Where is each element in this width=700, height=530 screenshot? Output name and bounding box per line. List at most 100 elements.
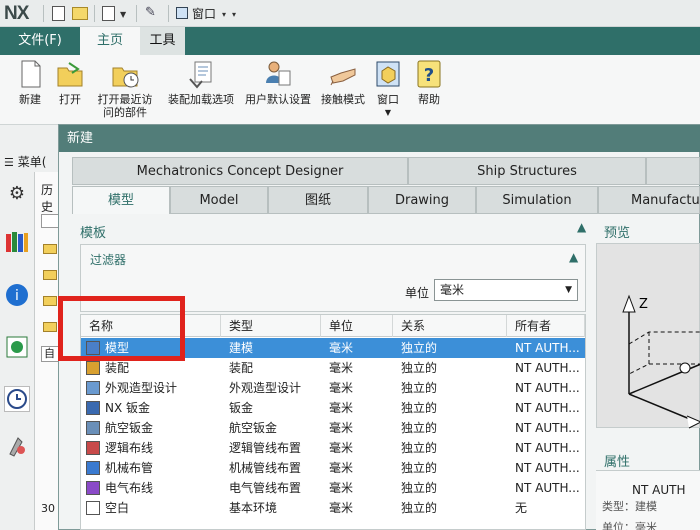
- user-settings-icon: [264, 59, 292, 89]
- new-button[interactable]: 新建: [10, 59, 50, 106]
- tab-file[interactable]: 文件(F): [0, 27, 80, 55]
- window-menu-label[interactable]: 窗口: [192, 5, 216, 22]
- tab-drawing[interactable]: Drawing: [368, 186, 476, 214]
- help-button[interactable]: ? 帮助: [412, 59, 446, 106]
- window-icon[interactable]: [176, 7, 188, 19]
- hand-pointer-icon: [329, 59, 357, 89]
- unit-dropdown[interactable]: 毫米 ▼: [434, 279, 578, 301]
- template-icon: [86, 441, 100, 455]
- tab-model[interactable]: Model: [170, 186, 268, 214]
- touch-mode-icon[interactable]: ✎: [145, 5, 156, 20]
- templates-section-title: 模板: [80, 226, 107, 241]
- chevron-down-icon[interactable]: ▾: [222, 10, 226, 19]
- assembly-load-options-button[interactable]: 装配加载选项: [164, 59, 238, 106]
- column-header-type[interactable]: 类型: [221, 315, 321, 337]
- window-cube-icon: [374, 59, 402, 89]
- assembly-options-icon: [187, 59, 215, 89]
- table-row[interactable]: NX 钣金 钣金 毫米 独立的 NT AUTH...: [81, 398, 585, 418]
- cell-relation: 独立的: [401, 441, 438, 455]
- table-row[interactable]: 装配 装配 毫米 独立的 NT AUTH...: [81, 358, 585, 378]
- cell-type: 钣金: [229, 401, 254, 415]
- cell-owner: NT AUTH...: [515, 481, 580, 495]
- table-row[interactable]: 空白 基本环境 毫米 独立的 无: [81, 498, 585, 518]
- folder-icon[interactable]: [43, 322, 57, 332]
- table-row[interactable]: 外观造型设计 外观造型设计 毫米 独立的 NT AUTH...: [81, 378, 585, 398]
- new-document-icon[interactable]: [102, 6, 115, 21]
- cell-unit: 毫米: [329, 461, 354, 475]
- role-icon[interactable]: [4, 432, 30, 458]
- cell-relation: 独立的: [401, 401, 438, 415]
- preview-section-title: 预览: [604, 226, 631, 241]
- folder-icon[interactable]: [43, 244, 57, 254]
- open-folder-icon[interactable]: [72, 7, 88, 20]
- tab-ship-structures[interactable]: Ship Structures: [408, 157, 646, 185]
- table-row[interactable]: 机械布管 机械管线布置 毫米 独立的 NT AUTH...: [81, 458, 585, 478]
- template-icon: [86, 421, 100, 435]
- cell-type: 逻辑管线布置: [229, 441, 302, 455]
- history-palette-icon[interactable]: [4, 334, 30, 360]
- cell-relation: 独立的: [401, 341, 438, 355]
- chevron-up-icon[interactable]: ▲: [577, 220, 586, 234]
- column-header-relation[interactable]: 关系: [393, 315, 507, 337]
- help-icon: ?: [415, 59, 443, 89]
- template-icon: [86, 481, 100, 495]
- chevron-down-icon[interactable]: ▼: [120, 10, 126, 19]
- new-file-icon[interactable]: [52, 6, 65, 21]
- cell-type: 电气管线布置: [229, 481, 302, 495]
- ribbon-home: 新建 打开 打开最近访 问的部件 装配加载选项 用户默认设置 接触模式 窗口 ▼…: [0, 55, 700, 125]
- folder-icon[interactable]: [43, 296, 57, 306]
- svg-text:?: ?: [424, 65, 434, 86]
- menu-button[interactable]: ☰ 菜单(: [0, 152, 64, 172]
- open-recent-button[interactable]: 打开最近访 问的部件: [92, 59, 158, 119]
- tab-drawing-cn[interactable]: 图纸: [268, 186, 368, 214]
- properties-type-line: 类型：建模: [602, 500, 657, 513]
- recent-folder-icon: [111, 59, 139, 89]
- tab-model-cn[interactable]: 模型: [72, 186, 170, 214]
- cell-unit: 毫米: [329, 421, 354, 435]
- cell-name: 外观造型设计: [105, 381, 178, 395]
- cell-type: 机械管线布置: [229, 461, 302, 475]
- toolbar-separator: [94, 5, 95, 22]
- tab-home[interactable]: 主页: [80, 27, 140, 55]
- nx-logo: NX: [4, 3, 29, 24]
- cell-type: 装配: [229, 361, 254, 375]
- tab-tools[interactable]: 工具: [140, 27, 185, 55]
- column-header-unit[interactable]: 单位: [321, 315, 393, 337]
- window-button[interactable]: 窗口 ▼: [370, 59, 406, 119]
- touch-mode-button[interactable]: 接触模式: [318, 59, 368, 106]
- cell-owner: NT AUTH...: [515, 361, 580, 375]
- template-icon: [86, 501, 100, 515]
- table-row[interactable]: 逻辑布线 逻辑管线布置 毫米 独立的 NT AUTH...: [81, 438, 585, 458]
- cell-owner: NT AUTH...: [515, 461, 580, 475]
- tab-extra[interactable]: [646, 157, 700, 185]
- properties-pane: 类型：建模 单位：毫米: [596, 470, 700, 530]
- settings-gear-icon[interactable]: ⚙: [4, 180, 30, 206]
- chevron-up-icon[interactable]: ▲: [569, 250, 578, 264]
- preview-pane: Z: [596, 243, 700, 429]
- table-row[interactable]: 电气布线 电气管线布置 毫米 独立的 NT AUTH...: [81, 478, 585, 498]
- new-file-icon: [16, 59, 44, 89]
- column-header-owner[interactable]: 所有者: [507, 315, 585, 337]
- chevron-down-icon[interactable]: ▼: [370, 106, 406, 119]
- chevron-down-icon[interactable]: ▾: [232, 10, 236, 19]
- cell-name: 航空钣金: [105, 421, 154, 435]
- folder-icon[interactable]: [43, 270, 57, 280]
- cell-name: 逻辑布线: [105, 441, 154, 455]
- tab-mechatronics-concept-designer[interactable]: Mechatronics Concept Designer: [72, 157, 408, 185]
- cell-name: 机械布管: [105, 461, 154, 475]
- user-defaults-button[interactable]: 用户默认设置: [241, 59, 315, 106]
- reuse-library-icon[interactable]: [4, 228, 30, 254]
- clock-history-icon[interactable]: [4, 386, 30, 412]
- cell-owner: NT AUTH...: [515, 341, 580, 355]
- web-browser-icon[interactable]: i: [4, 282, 30, 308]
- cell-unit: 毫米: [329, 381, 354, 395]
- table-row[interactable]: 航空钣金 航空钣金 毫米 独立的 NT AUTH...: [81, 418, 585, 438]
- tab-manufacturing[interactable]: Manufacturi: [598, 186, 700, 214]
- open-button[interactable]: 打开: [52, 59, 88, 106]
- cell-owner: NT AUTH...: [515, 401, 580, 415]
- tab-simulation[interactable]: Simulation: [476, 186, 598, 214]
- cell-type: 建模: [229, 341, 254, 355]
- cell-relation: 独立的: [401, 421, 438, 435]
- open-folder-icon: [56, 59, 84, 89]
- template-icon: [86, 361, 100, 375]
